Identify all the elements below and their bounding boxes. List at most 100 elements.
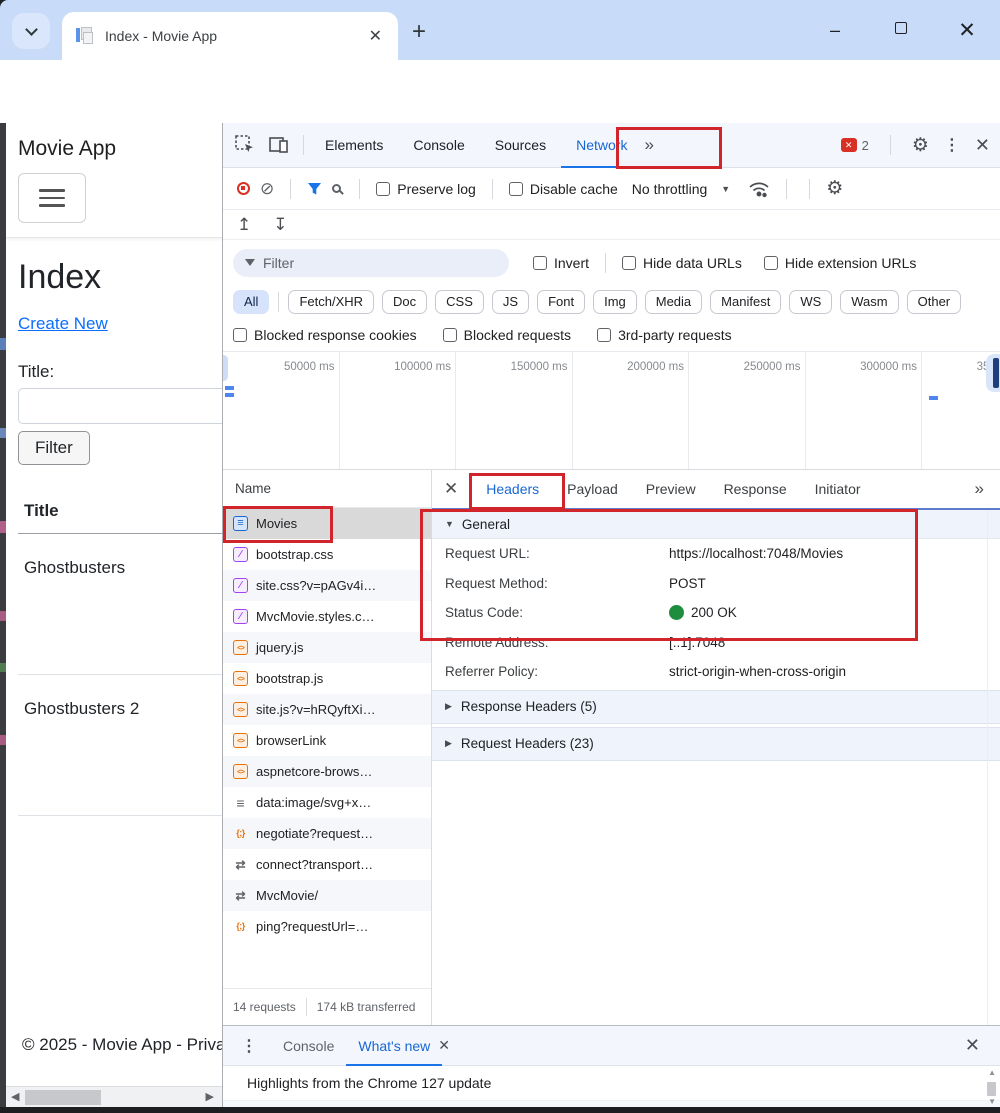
minimize-button[interactable]: – xyxy=(802,20,868,41)
window-bottom-edge xyxy=(0,1107,1000,1113)
details-tab[interactable]: Response xyxy=(710,481,801,497)
tab-close-icon[interactable]: ✕ xyxy=(367,26,384,46)
details-tab[interactable]: Preview xyxy=(632,481,710,497)
search-icon[interactable] xyxy=(332,184,341,193)
more-details-tabs-icon[interactable]: » xyxy=(975,479,984,499)
drawer-close-icon[interactable]: ✕ xyxy=(965,1035,980,1056)
checkbox-icon xyxy=(443,328,457,342)
details-tab[interactable]: Payload xyxy=(553,481,632,497)
request-type-icon xyxy=(233,764,248,779)
request-row[interactable]: site.css?v=pAGv4i… xyxy=(223,570,431,601)
horizontal-scrollbar[interactable]: ◀ ▶ xyxy=(6,1086,222,1108)
record-icon[interactable] xyxy=(237,182,250,195)
more-tabs-icon[interactable]: » xyxy=(644,135,653,155)
blocked-requests-checkbox[interactable]: Blocked requests xyxy=(443,327,571,343)
network-filter-input[interactable]: Filter xyxy=(233,249,509,277)
browser-tab[interactable]: Index - Movie App ✕ xyxy=(62,12,398,60)
brand-link[interactable]: Movie App xyxy=(18,137,222,161)
network-settings-icon[interactable]: ⚙ xyxy=(826,177,843,200)
scrollbar-thumb[interactable] xyxy=(25,1090,101,1105)
devtools-tab[interactable]: Console xyxy=(398,123,479,168)
filter-chip[interactable]: Wasm xyxy=(840,290,898,314)
devtools-tab[interactable]: Network xyxy=(561,123,642,168)
request-headers-section[interactable]: ▶ Request Headers (23) xyxy=(432,727,1000,761)
settings-gear-icon[interactable]: ⚙ xyxy=(912,134,929,157)
request-row[interactable]: data:image/svg+x… xyxy=(223,787,431,818)
overview-handle-right[interactable] xyxy=(986,354,1000,392)
request-row[interactable]: bootstrap.css xyxy=(223,539,431,570)
maximize-button[interactable] xyxy=(868,21,934,39)
filter-chip[interactable]: JS xyxy=(492,290,529,314)
request-row[interactable]: MvcMovie.styles.c… xyxy=(223,601,431,632)
scroll-up-icon[interactable]: ▲ xyxy=(988,1068,996,1077)
request-row[interactable]: browserLink xyxy=(223,725,431,756)
drawer-tab-close-icon[interactable]: ✕ xyxy=(438,1037,450,1054)
create-new-link[interactable]: Create New xyxy=(18,314,108,334)
preserve-log-checkbox[interactable]: Preserve log xyxy=(376,181,476,197)
network-overview-timeline[interactable]: 50000 ms100000 ms150000 ms200000 ms25000… xyxy=(223,352,1000,470)
filter-chip[interactable]: Other xyxy=(907,290,962,314)
request-row[interactable]: site.js?v=hRQyftXi… xyxy=(223,694,431,725)
request-row[interactable]: connect?transport… xyxy=(223,849,431,880)
throttling-dropdown[interactable]: No throttling▼ xyxy=(632,181,730,197)
request-row[interactable]: bootstrap.js xyxy=(223,663,431,694)
request-row[interactable]: Movies xyxy=(223,508,431,539)
scroll-down-icon[interactable]: ▼ xyxy=(988,1097,996,1106)
filter-chip-all[interactable]: All xyxy=(233,290,269,314)
filter-chip[interactable]: Manifest xyxy=(710,290,781,314)
filter-chip[interactable]: Font xyxy=(537,290,585,314)
blocked-cookies-checkbox[interactable]: Blocked response cookies xyxy=(233,327,417,343)
response-headers-section[interactable]: ▶ Response Headers (5) xyxy=(432,690,1000,724)
timeline-tick: 100000 ms xyxy=(340,352,457,469)
devtools-menu-icon[interactable]: ⋮ xyxy=(944,135,960,155)
filter-chip[interactable]: Media xyxy=(645,290,702,314)
drawer-tab-console[interactable]: Console xyxy=(271,1026,346,1066)
name-column-header[interactable]: Name xyxy=(223,470,431,508)
scroll-left-icon[interactable]: ◀ xyxy=(11,1090,19,1103)
scrollbar-thumb[interactable] xyxy=(987,1082,996,1096)
devtools-close-icon[interactable]: ✕ xyxy=(975,135,990,156)
disable-cache-checkbox[interactable]: Disable cache xyxy=(509,181,618,197)
filter-funnel-icon[interactable] xyxy=(307,182,322,196)
navbar-toggler[interactable] xyxy=(18,173,86,223)
request-row[interactable]: negotiate?request… xyxy=(223,818,431,849)
scroll-right-icon[interactable]: ▶ xyxy=(206,1090,214,1103)
filter-button[interactable]: Filter xyxy=(18,431,90,465)
title-input[interactable] xyxy=(18,388,222,424)
devtools-tab[interactable]: Sources xyxy=(480,123,561,168)
filter-chip[interactable]: CSS xyxy=(435,290,484,314)
hide-data-urls-checkbox[interactable]: Hide data URLs xyxy=(622,255,742,271)
request-row[interactable]: ping?requestUrl=… xyxy=(223,911,431,942)
clear-icon[interactable]: ⊘ xyxy=(260,179,274,199)
filter-chip[interactable]: Img xyxy=(593,290,637,314)
request-row[interactable]: aspnetcore-brows… xyxy=(223,756,431,787)
device-toolbar-icon[interactable] xyxy=(269,136,289,154)
overview-handle-left[interactable] xyxy=(223,355,228,381)
drawer-tab-whats-new[interactable]: What's new xyxy=(346,1026,442,1066)
blocked-row: Blocked response cookies Blocked request… xyxy=(223,318,1000,352)
request-row[interactable]: jquery.js xyxy=(223,632,431,663)
error-badge[interactable]: ✕2 xyxy=(841,138,869,153)
devtools-tab[interactable]: Elements xyxy=(310,123,398,168)
details-tab[interactable]: Headers xyxy=(472,481,553,497)
third-party-checkbox[interactable]: 3rd-party requests xyxy=(597,327,732,343)
network-conditions-icon[interactable] xyxy=(748,180,770,198)
general-section-header[interactable]: ▼ General xyxy=(432,510,1000,539)
filter-chip[interactable]: Fetch/XHR xyxy=(288,290,374,314)
import-har-icon[interactable]: ↥ xyxy=(237,215,251,235)
hide-extension-urls-checkbox[interactable]: Hide extension URLs xyxy=(764,255,917,271)
tab-search-button[interactable] xyxy=(12,13,50,49)
whats-new-headline[interactable]: Highlights from the Chrome 127 update xyxy=(247,1075,491,1091)
filter-chip[interactable]: WS xyxy=(789,290,832,314)
drawer-scrollbar[interactable]: ▲ ▼ xyxy=(985,1068,998,1106)
drawer-menu-icon[interactable]: ⋮ xyxy=(241,1036,257,1056)
close-details-icon[interactable]: ✕ xyxy=(444,479,458,499)
inspect-icon[interactable] xyxy=(235,135,255,155)
export-har-icon[interactable]: ↧ xyxy=(273,215,287,235)
filter-chip[interactable]: Doc xyxy=(382,290,427,314)
invert-checkbox[interactable]: Invert xyxy=(533,255,589,271)
window-close-button[interactable]: ✕ xyxy=(934,18,1000,43)
request-row[interactable]: MvcMovie/ xyxy=(223,880,431,911)
new-tab-button[interactable]: + xyxy=(412,18,426,46)
details-tab[interactable]: Initiator xyxy=(801,481,875,497)
